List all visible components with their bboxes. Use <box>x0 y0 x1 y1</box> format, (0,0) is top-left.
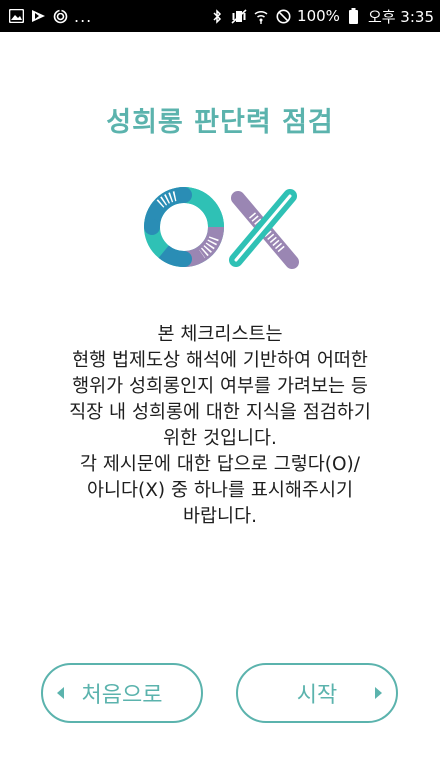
screen: ... 100% 오후 3:35 성희롱 판단력 점검 본 체크리스트는 현행 … <box>0 0 440 780</box>
status-more-indicator: ... <box>74 6 93 26</box>
start-button[interactable]: 시작 <box>236 663 398 723</box>
description: 본 체크리스트는 현행 법제도상 해석에 기반하여 어떠한 행위가 성희롱인지 … <box>30 322 410 530</box>
description-line: 행위가 성희롱인지 여부를 가려보는 등 <box>72 376 368 397</box>
status-clock: 오후 3:35 <box>367 7 434 26</box>
gallery-icon <box>8 8 24 24</box>
battery-icon <box>346 8 362 24</box>
home-button[interactable]: 처음으로 <box>41 663 203 723</box>
description-line: 직장 내 성희롱에 대한 지식을 점검하기 <box>69 402 371 423</box>
start-button-label: 시작 <box>296 683 338 708</box>
do-not-disturb-icon <box>275 8 291 24</box>
description-line: 바랍니다. <box>183 506 257 527</box>
sync-icon <box>52 8 68 24</box>
page-title: 성희롱 판단력 점검 <box>106 107 334 138</box>
arrow-right-icon <box>375 687 382 699</box>
home-button-label: 처음으로 <box>81 683 163 708</box>
status-bar-right: 100% 오후 3:35 <box>209 0 434 32</box>
status-bar: ... 100% 오후 3:35 <box>0 0 440 32</box>
vibrate-mute-icon <box>231 8 247 24</box>
bluetooth-icon <box>209 8 225 24</box>
ox-logo <box>144 187 299 269</box>
description-line: 현행 법제도상 해석에 기반하여 어떠한 <box>72 350 368 371</box>
video-icon <box>30 8 46 24</box>
o-mark <box>144 187 224 267</box>
status-bar-left: ... <box>8 0 92 32</box>
wifi-icon <box>253 8 269 24</box>
description-line: 위한 것입니다. <box>163 428 277 449</box>
description-line: 아니다(X) 중 하나를 표시해주시기 <box>86 480 353 501</box>
description-line: 본 체크리스트는 <box>157 324 283 345</box>
battery-percent: 100% <box>297 7 340 25</box>
x-mark <box>229 189 299 269</box>
arrow-left-icon <box>57 687 64 699</box>
description-line: 각 제시문에 대한 답으로 그렇다(O)/ <box>79 454 360 475</box>
